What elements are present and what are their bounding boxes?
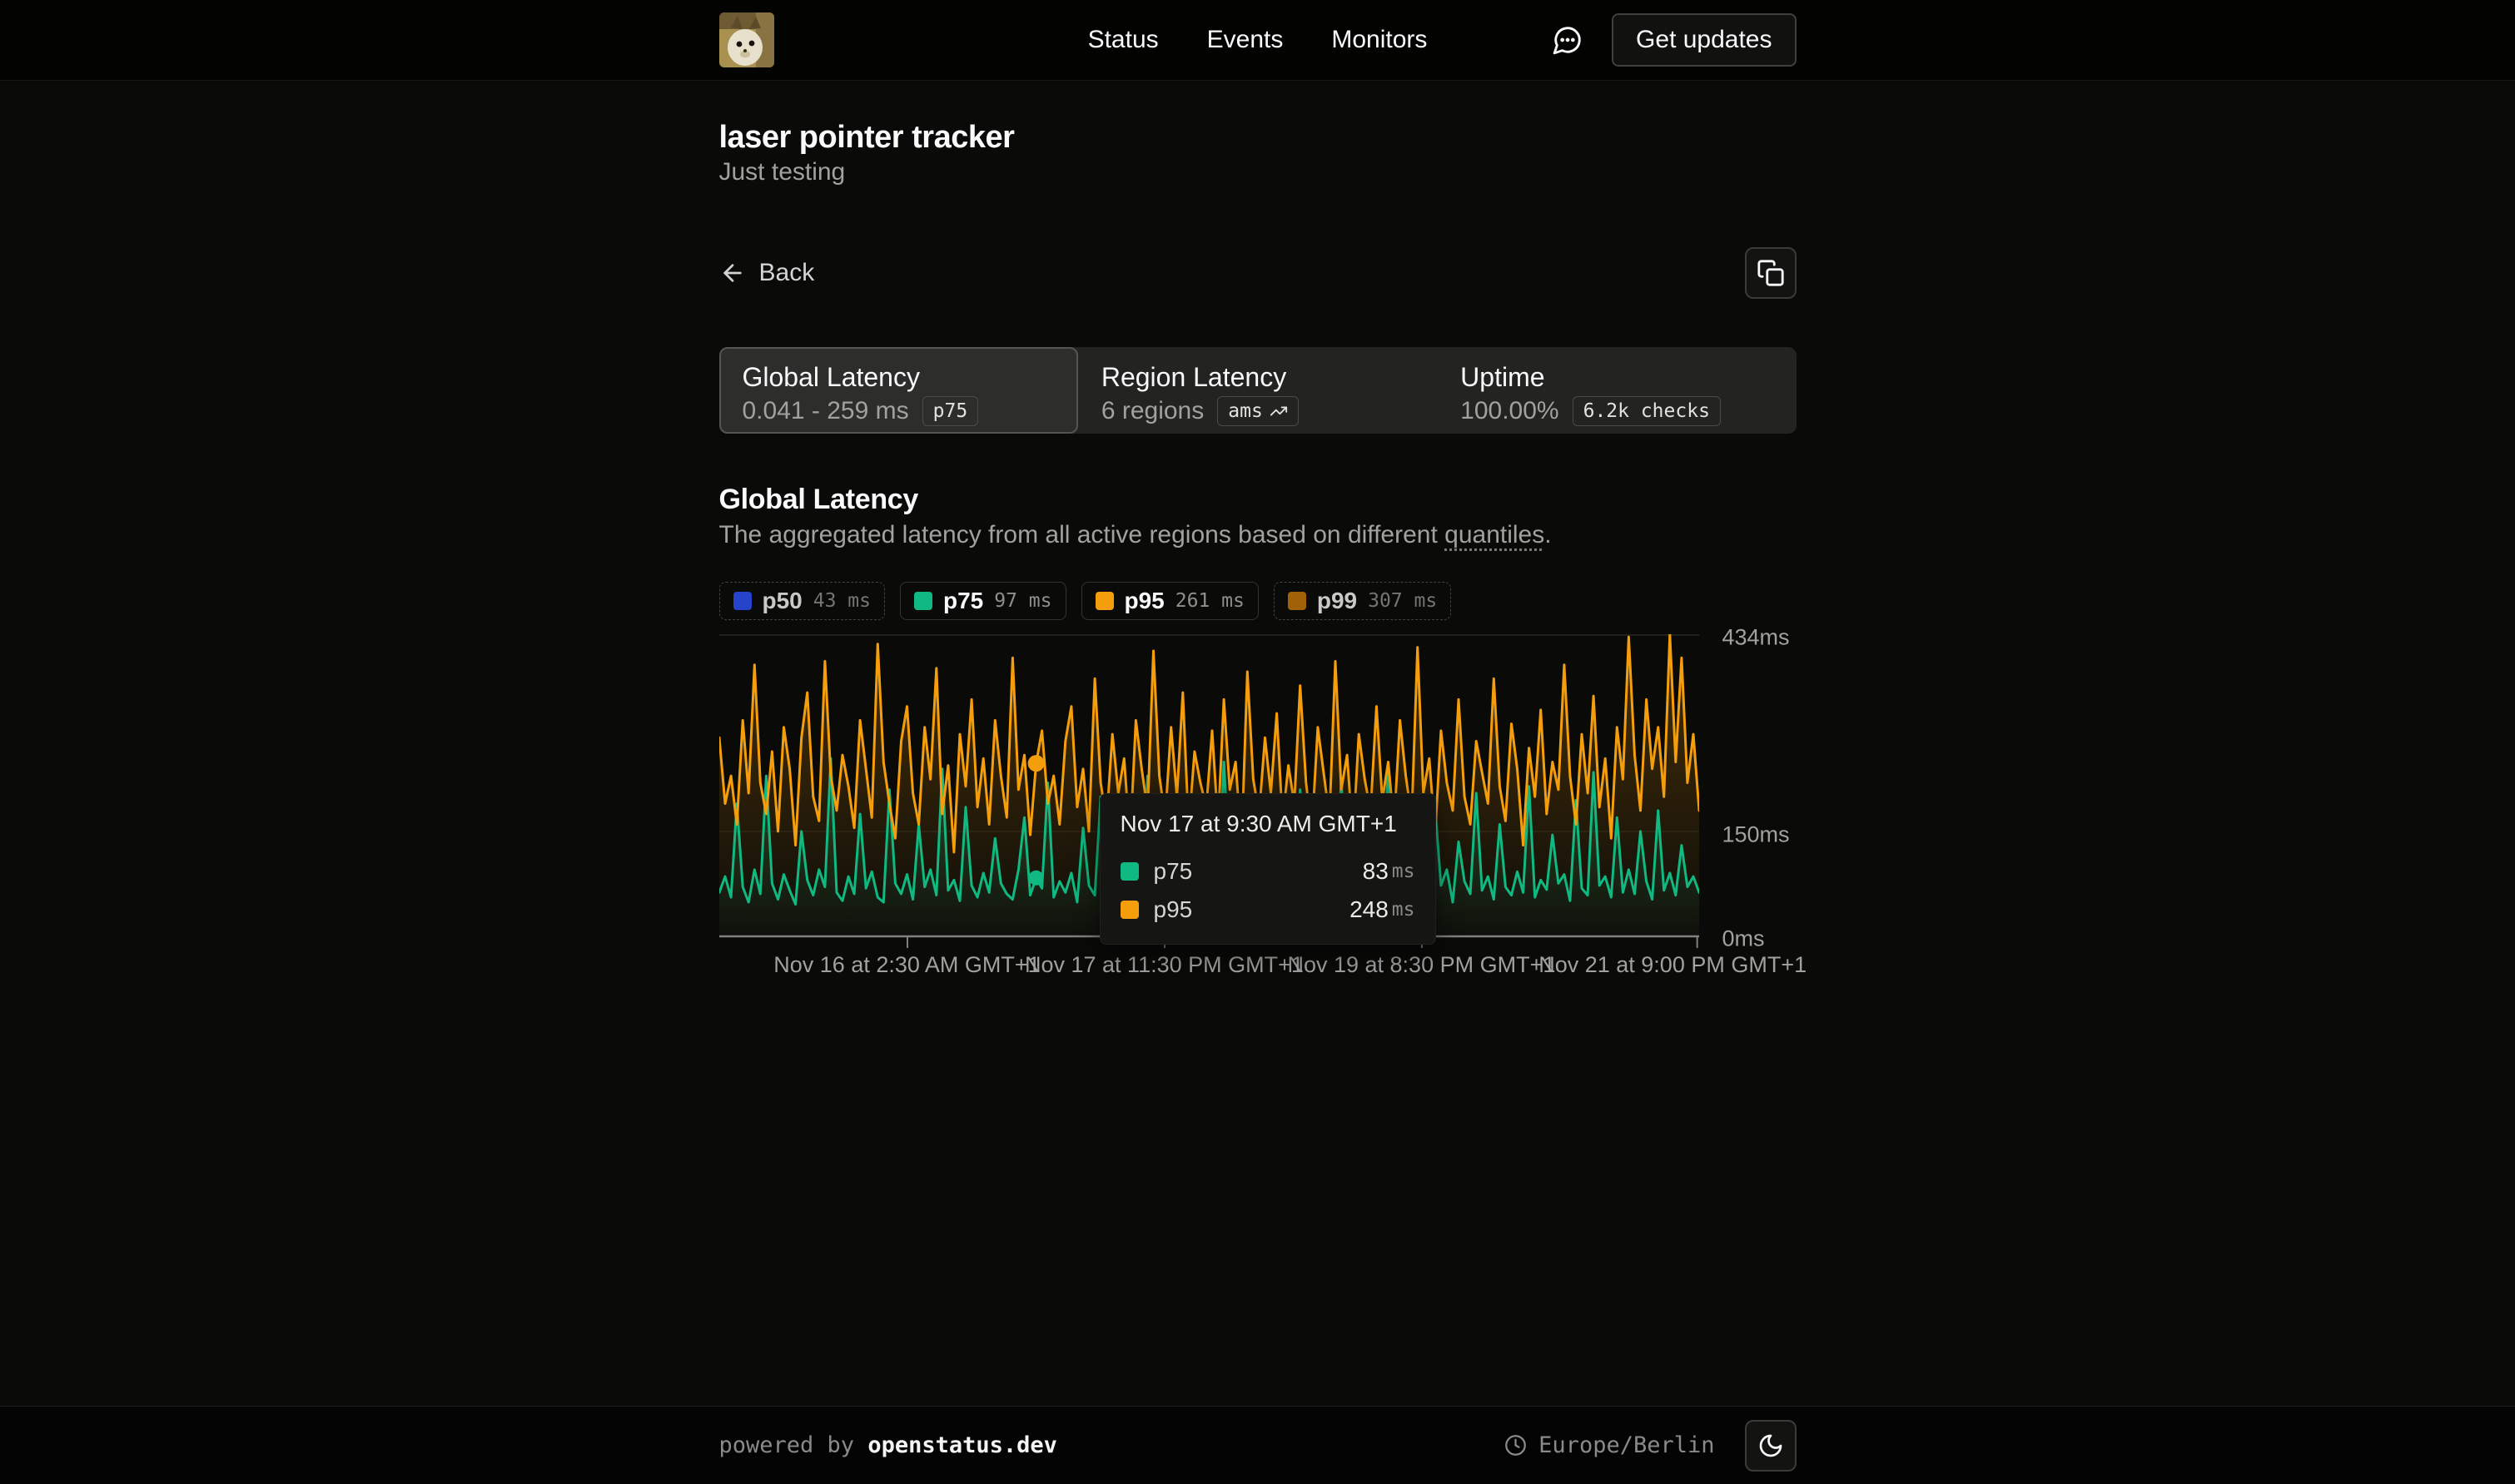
nav-events[interactable]: Events <box>1207 26 1284 54</box>
y-axis-label: 0ms <box>1722 926 1765 952</box>
p50-swatch <box>733 592 752 610</box>
message-bubble-icon <box>1552 24 1583 56</box>
region-badge: ams <box>1217 396 1299 426</box>
legend-chip-p50[interactable]: p50 43 ms <box>719 582 886 620</box>
logo-image[interactable] <box>719 12 774 67</box>
moon-icon <box>1757 1432 1784 1459</box>
p95-swatch <box>1121 901 1139 919</box>
legend-chip-p75[interactable]: p75 97 ms <box>900 582 1066 620</box>
nav-status[interactable]: Status <box>1088 26 1159 54</box>
x-axis-label: Nov 16 at 2:30 AM GMT+1 <box>773 950 1040 979</box>
latency-chart[interactable]: 434ms150ms0ms Nov 16 at 2:30 AM GMT+1Nov… <box>719 634 1797 984</box>
chart-tooltip: Nov 17 at 9:30 AM GMT+1 p75 83 ms p95 24… <box>1100 793 1436 945</box>
main-nav: Status Events Monitors <box>1088 26 1428 54</box>
x-axis-labels: Nov 16 at 2:30 AM GMT+1Nov 17 at 11:30 P… <box>719 950 1699 984</box>
legend-chip-p95[interactable]: p95 261 ms <box>1081 582 1259 620</box>
tooltip-title: Nov 17 at 9:30 AM GMT+1 <box>1121 811 1415 837</box>
get-updates-button[interactable]: Get updates <box>1612 13 1796 67</box>
page-subtitle: Just testing <box>719 156 1797 189</box>
tooltip-row-p95: p95 248 ms <box>1121 891 1415 929</box>
clock-icon <box>1504 1434 1527 1457</box>
checks-badge: 6.2k checks <box>1573 396 1721 426</box>
copy-icon <box>1757 259 1785 287</box>
p95-swatch <box>1096 592 1114 610</box>
back-link[interactable]: Back <box>719 259 815 287</box>
cat-logo-icon <box>719 12 774 67</box>
nav-monitors[interactable]: Monitors <box>1331 26 1427 54</box>
tab-value: 100.00% <box>1460 397 1558 425</box>
p75-swatch <box>1121 862 1139 881</box>
y-axis-label: 150ms <box>1722 821 1790 847</box>
legend-value: 261 ms <box>1175 590 1245 612</box>
legend-label: p50 <box>763 588 803 614</box>
tooltip-row-p75: p75 83 ms <box>1121 852 1415 891</box>
timezone-display: Europe/Berlin <box>1504 1432 1714 1458</box>
chart-section-title: Global Latency <box>719 482 1797 517</box>
chart-legend: p50 43 ms p75 97 ms p95 261 ms p99 307 m… <box>719 582 1797 620</box>
top-nav-bar: Status Events Monitors Get updates <box>0 0 2515 81</box>
quantile-badge: p75 <box>922 396 979 426</box>
x-axis-label: Nov 21 at 9:00 PM GMT+1 <box>1538 950 1807 979</box>
chart-section-description: The aggregated latency from all active r… <box>719 517 1797 553</box>
tab-region-latency[interactable]: Region Latency 6 regions ams <box>1078 347 1437 434</box>
back-label: Back <box>759 259 815 287</box>
legend-label: p75 <box>943 588 983 614</box>
y-axis-label: 434ms <box>1722 625 1790 651</box>
tab-uptime[interactable]: Uptime 100.00% 6.2k checks <box>1437 347 1796 434</box>
tab-title: Region Latency <box>1101 361 1414 393</box>
tab-title: Global Latency <box>743 361 1055 393</box>
openstatus-link[interactable]: openstatus.dev <box>867 1432 1057 1458</box>
x-axis-label: Nov 19 at 8:30 PM GMT+1 <box>1287 950 1555 979</box>
tab-value: 6 regions <box>1101 397 1204 425</box>
p99-swatch <box>1288 592 1306 610</box>
tab-value: 0.041 - 259 ms <box>743 397 909 425</box>
legend-value: 307 ms <box>1368 590 1437 612</box>
theme-toggle-button[interactable] <box>1745 1420 1797 1472</box>
legend-label: p95 <box>1125 588 1165 614</box>
powered-by: powered by openstatus.dev <box>719 1432 1057 1458</box>
tab-title: Uptime <box>1460 361 1772 393</box>
legend-value: 97 ms <box>994 590 1051 612</box>
legend-chip-p99[interactable]: p99 307 ms <box>1274 582 1451 620</box>
legend-value: 43 ms <box>813 590 871 612</box>
metric-tabs: Global Latency 0.041 - 259 ms p75 Region… <box>719 347 1797 434</box>
tab-global-latency[interactable]: Global Latency 0.041 - 259 ms p75 <box>719 347 1078 434</box>
legend-label: p99 <box>1317 588 1357 614</box>
arrow-left-icon <box>719 260 746 286</box>
feedback-chat-button[interactable] <box>1552 24 1583 56</box>
footer: powered by openstatus.dev Europe/Berlin <box>0 1406 2515 1484</box>
copy-link-button[interactable] <box>1745 247 1797 299</box>
x-axis-label: Nov 17 at 11:30 PM GMT+1 <box>1025 950 1304 979</box>
p75-swatch <box>914 592 932 610</box>
trending-up-icon <box>1270 402 1288 420</box>
page-title: laser pointer tracker <box>719 119 1797 156</box>
y-axis-labels: 434ms150ms0ms <box>1722 634 1797 947</box>
quantiles-link[interactable]: quantiles <box>1444 521 1544 548</box>
